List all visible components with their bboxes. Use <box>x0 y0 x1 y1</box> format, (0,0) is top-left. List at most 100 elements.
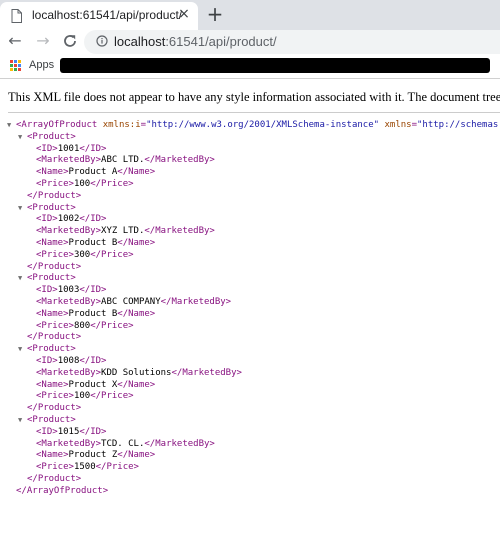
xml-product-open: ▼ <Product> <box>0 203 500 215</box>
url-text[interactable]: localhost:61541/api/product/ <box>114 34 277 49</box>
address-bar[interactable]: localhost:61541/api/product/ <box>84 30 500 54</box>
xml-tag: </Price> <box>90 249 134 260</box>
info-icon[interactable] <box>96 35 108 47</box>
xml-tag: <MarketedBy> <box>36 296 102 307</box>
toolbar: ← → localhost:61541/api/product/ <box>0 30 500 54</box>
xml-tag: <MarketedBy> <box>36 367 102 378</box>
xml-product-close: </Product> <box>0 474 500 486</box>
xml-attr-name: xmlns:i <box>97 120 141 130</box>
xml-tree: ▼ <ArrayOfProduct xmlns:i="http://www.w3.… <box>0 120 500 498</box>
xml-tag: </Name> <box>117 379 156 390</box>
xml-style-notice: This XML file does not appear to have an… <box>8 90 500 104</box>
xml-product-close: </Product> <box>0 403 500 415</box>
xml-tag: </Name> <box>117 308 156 319</box>
xml-tag: </ID> <box>79 285 107 296</box>
xml-tag: </Product> <box>27 190 82 201</box>
collapse-toggle-icon[interactable]: ▼ <box>18 273 27 285</box>
xml-tag: </ArrayOfProduct> <box>16 485 109 496</box>
xml-field-name: <Name>Product A</Name> <box>0 167 500 179</box>
xml-value: 1008 <box>57 355 80 366</box>
xml-tag: </MarketedBy> <box>144 155 215 166</box>
xml-field-marketedby: <MarketedBy>KDD Solutions</MarketedBy> <box>0 368 500 380</box>
xml-tag: <Name> <box>36 379 69 390</box>
xml-value: KDD Solutions <box>101 367 172 378</box>
tab-strip: localhost:61541/api/product/ × + <box>0 0 500 30</box>
collapse-toggle-icon[interactable]: ▼ <box>7 120 16 132</box>
reload-icon[interactable] <box>60 31 80 51</box>
xml-tag: </Price> <box>90 391 134 402</box>
xml-value: ABC LTD. <box>101 155 145 166</box>
xml-tag: <Product> <box>27 344 76 355</box>
xml-field-name: <Name>Product X</Name> <box>0 380 500 392</box>
xml-field-marketedby: <MarketedBy>ABC LTD.</MarketedBy> <box>0 155 500 167</box>
xml-value: Product A <box>68 167 118 178</box>
xml-tag: <Price> <box>36 178 74 189</box>
xml-tag: </MarketedBy> <box>144 438 215 449</box>
xml-product-open: ▼ <Product> <box>0 132 500 144</box>
url-path: :61541/api/product/ <box>165 34 277 49</box>
back-arrow-icon[interactable]: ← <box>5 31 25 51</box>
xml-attr-value: "http://www.w3.org/2001/XMLSchema-instan… <box>146 120 380 130</box>
xml-field-price: <Price>100</Price> <box>0 179 500 191</box>
xml-field-price: <Price>300</Price> <box>0 250 500 262</box>
xml-value: 1500 <box>73 462 96 473</box>
xml-field-marketedby: <MarketedBy>ABC COMPANY</MarketedBy> <box>0 297 500 309</box>
xml-tag: <ID> <box>36 355 58 366</box>
xml-field-id: <ID>1015</ID> <box>0 427 500 439</box>
xml-tag: <Price> <box>36 320 74 331</box>
xml-product-close: </Product> <box>0 191 500 203</box>
reload-svg <box>64 35 76 47</box>
xml-field-marketedby: <MarketedBy>XYZ LTD.</MarketedBy> <box>0 226 500 238</box>
xml-tag: <ArrayOfProduct <box>16 120 98 130</box>
xml-product-open: ▼ <Product> <box>0 273 500 285</box>
xml-field-price: <Price>800</Price> <box>0 321 500 333</box>
xml-tag: </Product> <box>27 473 82 484</box>
plus-icon[interactable]: + <box>206 3 224 25</box>
close-icon[interactable]: × <box>176 6 192 22</box>
forward-arrow-icon[interactable]: → <box>33 31 53 51</box>
xml-field-name: <Name>Product Z</Name> <box>0 450 500 462</box>
xml-tag: </MarketedBy> <box>144 226 215 237</box>
xml-field-id: <ID>1003</ID> <box>0 285 500 297</box>
xml-product-close: </Product> <box>0 262 500 274</box>
xml-value: Product B <box>68 237 118 248</box>
url-host: localhost <box>114 34 166 49</box>
xml-value: TCD. CL. <box>101 438 145 449</box>
xml-product-open: ▼ <Product> <box>0 415 500 427</box>
xml-tag: </ID> <box>79 426 107 437</box>
xml-attr-name: xmlns <box>379 120 412 130</box>
xml-tag: <Price> <box>36 462 74 473</box>
xml-tag: </ID> <box>79 143 107 154</box>
xml-field-name: <Name>Product B</Name> <box>0 309 500 321</box>
xml-value: 1002 <box>57 214 80 225</box>
redacted-bookmarks <box>60 58 490 73</box>
xml-tag: <Product> <box>27 131 76 142</box>
xml-value: ABC COMPANY <box>101 296 161 307</box>
xml-tag: <ID> <box>36 214 58 225</box>
collapse-toggle-icon[interactable]: ▼ <box>18 415 27 427</box>
xml-value: Product B <box>68 308 118 319</box>
xml-field-name: <Name>Product B</Name> <box>0 238 500 250</box>
browser-tab[interactable]: localhost:61541/api/product/ × <box>0 2 198 30</box>
xml-value: 800 <box>73 320 91 331</box>
collapse-toggle-icon[interactable]: ▼ <box>18 344 27 356</box>
xml-tag: </Name> <box>117 167 156 178</box>
xml-tag: </Price> <box>90 178 134 189</box>
xml-tag: </Name> <box>117 450 156 461</box>
xml-field-marketedby: <MarketedBy>TCD. CL.</MarketedBy> <box>0 439 500 451</box>
xml-tag: <Price> <box>36 391 74 402</box>
xml-product-open: ▼ <Product> <box>0 344 500 356</box>
page-icon <box>11 9 22 23</box>
collapse-toggle-icon[interactable]: ▼ <box>18 203 27 215</box>
xml-tag: <MarketedBy> <box>36 438 102 449</box>
xml-value: 300 <box>73 249 91 260</box>
apps-label: Apps <box>29 59 55 71</box>
xml-root-close: </ArrayOfProduct> <box>0 486 500 498</box>
xml-field-price: <Price>1500</Price> <box>0 462 500 474</box>
xml-tag: <Product> <box>27 414 76 425</box>
xml-tag: <ID> <box>36 285 58 296</box>
xml-tag: </ID> <box>79 355 107 366</box>
collapse-toggle-icon[interactable]: ▼ <box>18 132 27 144</box>
xml-tag: </Product> <box>27 261 82 272</box>
xml-value: 1015 <box>57 426 80 437</box>
